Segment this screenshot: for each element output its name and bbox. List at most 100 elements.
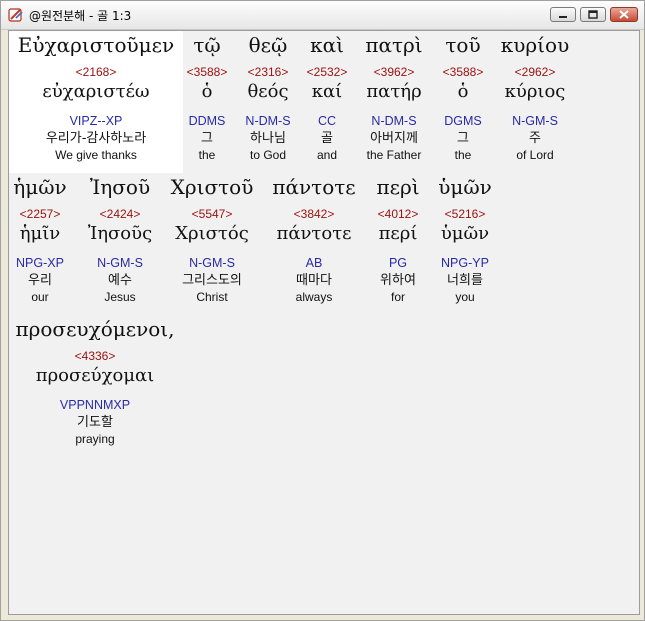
parsing-code[interactable]: N-DM-S xyxy=(245,114,290,128)
english-gloss: the Father xyxy=(366,148,422,162)
close-button[interactable] xyxy=(610,7,638,22)
verse-line-3: προσευχόμενοι, <4336> προσεύχομαι VPPNNM… xyxy=(9,315,639,457)
strong-number[interactable]: <3588> xyxy=(443,65,484,79)
parsing-code[interactable]: VIPZ--XP xyxy=(70,114,123,128)
word-token[interactable]: Χριστοῦ <5547> Χριστός N-GM-S 그리스도의 Chri… xyxy=(165,173,259,315)
parsing-code[interactable]: PG xyxy=(389,256,407,270)
greek-lemma: Ἰησοῦς xyxy=(87,223,153,244)
interlinear-panel[interactable]: Εὐχαριστοῦμεν <2168> εὐχαριστέω VIPZ--XP… xyxy=(8,30,640,615)
word-token[interactable]: Ἰησοῦ <2424> Ἰησοῦς N-GM-S 예수 Jesus xyxy=(79,173,161,315)
english-gloss: We give thanks xyxy=(55,148,137,162)
word-token[interactable]: ὑμῶν <5216> ὑμῶν NPG-YP 너희를 you xyxy=(433,173,497,315)
word-token[interactable]: ἡμῶν <2257> ἡμῖν NPG-XP 우리 our xyxy=(9,173,71,315)
korean-gloss: 위하여 xyxy=(380,273,416,288)
close-icon xyxy=(619,10,629,19)
greek-lemma: κύριος xyxy=(504,81,566,102)
english-gloss: and xyxy=(316,148,338,162)
word-token[interactable]: Εὐχαριστοῦμεν <2168> εὐχαριστέω VIPZ--XP… xyxy=(9,31,183,173)
korean-gloss: 주 xyxy=(529,131,541,146)
english-gloss: always xyxy=(295,290,333,304)
greek-surface: θεῷ xyxy=(248,33,288,57)
window-title: @원전분해 - 골 1:3 xyxy=(29,9,132,23)
greek-lemma: θεός xyxy=(247,81,289,102)
greek-lemma: ὁ xyxy=(457,81,469,102)
greek-surface: κυρίου xyxy=(500,33,570,57)
word-token[interactable]: προσευχόμενοι, <4336> προσεύχομαι VPPNNM… xyxy=(9,315,181,457)
english-gloss: the xyxy=(454,148,472,162)
parsing-code[interactable]: N-GM-S xyxy=(512,114,558,128)
word-token[interactable]: καὶ <2532> καί CC 골 and xyxy=(301,31,353,173)
english-gloss: Jesus xyxy=(104,290,136,304)
korean-gloss: 하나님 xyxy=(250,131,286,146)
maximize-icon xyxy=(588,10,598,19)
english-gloss: you xyxy=(455,290,475,304)
parsing-code[interactable]: VPPNNMXP xyxy=(60,398,130,412)
maximize-button[interactable] xyxy=(580,7,606,22)
strong-number[interactable]: <2424> xyxy=(100,207,141,221)
english-gloss: to God xyxy=(249,148,287,162)
greek-lemma: καί xyxy=(311,81,343,102)
strong-number[interactable]: <2257> xyxy=(20,207,61,221)
korean-gloss: 그 xyxy=(201,131,213,146)
parsing-code[interactable]: N-DM-S xyxy=(371,114,416,128)
title-bar[interactable]: @원전분해 - 골 1:3 xyxy=(1,1,644,30)
korean-gloss: 예수 xyxy=(108,273,132,288)
greek-surface: καὶ xyxy=(310,33,344,57)
korean-gloss: 그리스도의 xyxy=(182,273,242,288)
english-gloss: the xyxy=(198,148,216,162)
parsing-code[interactable]: DGMS xyxy=(444,114,482,128)
greek-lemma: προσεύχομαι xyxy=(35,365,155,386)
word-token[interactable]: θεῷ <2316> θεός N-DM-S 하나님 to God xyxy=(237,31,299,173)
english-gloss: for xyxy=(390,290,405,304)
greek-lemma: ὁ xyxy=(201,81,213,102)
app-logo-icon xyxy=(8,8,23,22)
strong-number[interactable]: <4012> xyxy=(378,207,419,221)
parsing-code[interactable]: N-GM-S xyxy=(97,256,143,270)
verse-line-2: ἡμῶν <2257> ἡμῖν NPG-XP 우리 our Ἰησοῦ <24… xyxy=(9,173,639,315)
word-token[interactable]: κυρίου <2962> κύριος N-GM-S 주 of Lord xyxy=(493,31,577,173)
minimize-button[interactable] xyxy=(550,7,576,22)
word-token[interactable]: τῷ <3588> ὁ DDMS 그 the xyxy=(183,31,231,173)
word-token[interactable]: πάντοτε <3842> πάντοτε AB 때마다 always xyxy=(265,173,363,315)
strong-number[interactable]: <2962> xyxy=(515,65,556,79)
strong-number[interactable]: <5216> xyxy=(445,207,486,221)
strong-number[interactable]: <2316> xyxy=(248,65,289,79)
parsing-code[interactable]: DDMS xyxy=(189,114,226,128)
strong-number[interactable]: <5547> xyxy=(192,207,233,221)
greek-surface: περὶ xyxy=(376,175,420,199)
greek-surface: Χριστοῦ xyxy=(170,175,254,199)
english-gloss: Christ xyxy=(196,290,228,304)
strong-number[interactable]: <3842> xyxy=(294,207,335,221)
greek-surface: προσευχόμενοι, xyxy=(15,317,175,341)
greek-lemma: ὑμῶν xyxy=(440,223,490,244)
strong-number[interactable]: <2532> xyxy=(307,65,348,79)
greek-lemma: περί xyxy=(378,223,418,244)
korean-gloss: 때마다 xyxy=(296,273,332,288)
korean-gloss: 아버지께 xyxy=(370,131,418,146)
parsing-code[interactable]: NPG-XP xyxy=(16,256,64,270)
word-token[interactable]: περὶ <4012> περί PG 위하여 for xyxy=(367,173,429,315)
strong-number[interactable]: <3962> xyxy=(374,65,415,79)
korean-gloss: 골 xyxy=(321,131,333,146)
parsing-code[interactable]: AB xyxy=(306,256,323,270)
korean-gloss: 그 xyxy=(457,131,469,146)
parsing-code[interactable]: CC xyxy=(318,114,336,128)
word-token[interactable]: τοῦ <3588> ὁ DGMS 그 the xyxy=(435,31,491,173)
greek-surface: Ἰησοῦ xyxy=(89,175,151,199)
strong-number[interactable]: <3588> xyxy=(187,65,228,79)
strong-number[interactable]: <2168> xyxy=(76,65,117,79)
korean-gloss: 기도할 xyxy=(77,415,113,430)
greek-lemma: Χριστός xyxy=(175,223,249,244)
greek-surface: τῷ xyxy=(193,33,221,57)
greek-lemma: εὐχαριστέω xyxy=(42,81,150,102)
english-gloss: praying xyxy=(75,432,115,446)
greek-surface: ἡμῶν xyxy=(13,175,67,199)
word-token[interactable]: πατρὶ <3962> πατήρ N-DM-S 아버지께 the Fathe… xyxy=(357,31,431,173)
strong-number[interactable]: <4336> xyxy=(75,349,116,363)
greek-lemma: πάντοτε xyxy=(276,223,352,244)
parsing-code[interactable]: N-GM-S xyxy=(189,256,235,270)
verse-line-1: Εὐχαριστοῦμεν <2168> εὐχαριστέω VIPZ--XP… xyxy=(9,31,639,173)
minimize-icon xyxy=(559,16,567,18)
greek-surface: πάντοτε xyxy=(272,175,356,199)
parsing-code[interactable]: NPG-YP xyxy=(441,256,489,270)
